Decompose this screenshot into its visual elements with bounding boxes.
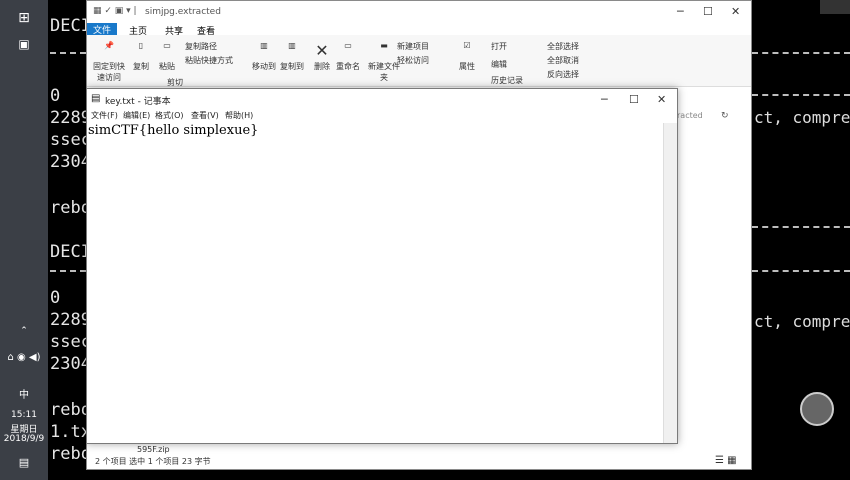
folder-icon: ▬ [380, 41, 388, 50]
cut-button[interactable]: 剪切 [167, 77, 183, 88]
term-divider [752, 94, 850, 96]
term-line: 2289 [50, 310, 91, 330]
copy-path-button[interactable]: 复制路径 [185, 41, 217, 52]
explorer-path: simjpg.extracted [145, 7, 221, 17]
rename-icon: ▭ [344, 41, 352, 50]
maximize-icon[interactable]: ☐ [629, 93, 639, 106]
notification-icon[interactable]: ▤ [12, 450, 36, 474]
select-none-button[interactable]: 全部取消 [547, 55, 579, 66]
clock-date: 2018/9/9 [3, 434, 45, 444]
history-button[interactable]: 历史记录 [491, 75, 523, 86]
minimize-icon[interactable]: ─ [677, 5, 684, 18]
pin-button[interactable]: 📌 固定到快速访问 [91, 41, 127, 83]
move-icon: ▥ [260, 41, 268, 50]
term-line: 1.tx [50, 422, 91, 442]
notepad-window: ▤ key.txt - 记事本 ─ ☐ ✕ 文件(F) 编辑(E) 格式(O) … [86, 88, 678, 444]
menu-format[interactable]: 格式(O) [155, 110, 184, 121]
properties-button[interactable]: ☑ 属性 [455, 41, 479, 72]
delete-button[interactable]: ✕ 删除 [311, 41, 333, 72]
explorer-titlebar[interactable]: ▦ ✓ ▣ ▾ | simjpg.extracted ─ ☐ ✕ [87, 1, 751, 23]
delete-icon: ✕ [315, 41, 329, 60]
address-fragment: racted [677, 111, 703, 120]
taskbar: ⊞ ▣ ⌃ ⌂ ◉ ◀) 中 15:11 星期日 2018/9/9 ▤ [0, 0, 48, 480]
maximize-icon[interactable]: ☐ [703, 5, 713, 18]
tray-up-icon[interactable]: ⌃ [0, 326, 48, 336]
term-line: rebo [50, 400, 91, 420]
close-icon[interactable]: ✕ [731, 5, 740, 18]
check-icon: ☑ [463, 41, 471, 50]
notepad-menubar: 文件(F) 编辑(E) 格式(O) 查看(V) 帮助(H) [87, 109, 677, 123]
invert-selection-button[interactable]: 反向选择 [547, 69, 579, 80]
status-bar: 2 个项目 选中 1 个项目 23 字节 ☰ ▦ [87, 453, 751, 469]
term-line-right: ct, compre [754, 312, 850, 331]
network-icon[interactable]: ⌂ ◉ ◀) [0, 352, 48, 363]
term-line: ssec [50, 130, 91, 150]
term-divider [752, 52, 850, 54]
term-divider [752, 270, 850, 272]
menu-view[interactable]: 查看(V) [191, 110, 219, 121]
menu-help[interactable]: 帮助(H) [225, 110, 253, 121]
menu-file[interactable]: 文件(F) [91, 110, 118, 121]
term-line: DECI [50, 16, 91, 36]
term-divider [752, 226, 850, 228]
edit-button[interactable]: 编辑 [491, 59, 507, 70]
details-view-icon[interactable]: ☰ ▦ [715, 455, 737, 466]
paste-icon: ▭ [163, 41, 171, 50]
notepad-title: key.txt - 记事本 [105, 97, 171, 107]
notepad-titlebar[interactable]: ▤ key.txt - 记事本 ─ ☐ ✕ [87, 89, 677, 109]
term-line: 0 [50, 288, 61, 308]
minimize-icon[interactable]: ─ [601, 93, 608, 106]
refresh-icon[interactable]: ↻ [721, 111, 729, 121]
term-line: rebo [50, 444, 91, 464]
notepad-text-area[interactable]: simCTF{hello simplexue} [87, 123, 677, 443]
rename-button[interactable]: ▭ 重命名 [335, 41, 361, 72]
copy-to-button[interactable]: ▥ 复制到 [279, 41, 305, 72]
term-line: rebo [50, 198, 91, 218]
copy-to-icon: ▥ [288, 41, 296, 50]
paste-button[interactable]: ▭ 粘贴 [155, 41, 179, 72]
move-to-button[interactable]: ▥ 移动到 [251, 41, 277, 72]
app-icon[interactable]: ▣ [12, 32, 36, 56]
term-line: ssec [50, 332, 91, 352]
term-line: 2304 [50, 152, 91, 172]
close-icon[interactable]: ✕ [657, 93, 666, 106]
term-divider [50, 52, 86, 54]
new-folder-button[interactable]: ▬ 新建文件夹 [367, 41, 401, 83]
status-text: 2 个项目 选中 1 个项目 23 字节 [95, 457, 211, 466]
quick-access-icons[interactable]: ▦ ✓ ▣ ▾ | [93, 6, 137, 16]
easy-access-button[interactable]: 轻松访问 [397, 55, 429, 66]
paste-shortcut-button[interactable]: 粘贴快捷方式 [185, 55, 233, 66]
pin-icon: 📌 [104, 41, 114, 50]
term-line: 2304 [50, 354, 91, 374]
open-button[interactable]: 打开 [491, 41, 507, 52]
copy-icon: ▯ [138, 41, 144, 50]
menu-edit[interactable]: 编辑(E) [123, 110, 150, 121]
term-line-right: ct, compre [754, 108, 850, 127]
term-line: 0 [50, 86, 61, 106]
term-line: 2289 [50, 108, 91, 128]
term-window-corner [820, 0, 850, 14]
new-item-button[interactable]: 新建项目 [397, 41, 429, 52]
copy-button[interactable]: ▯ 复制 [129, 41, 153, 72]
vertical-scrollbar[interactable] [663, 123, 677, 443]
ime-indicator[interactable]: 中 [0, 386, 48, 401]
ribbon: 📌 固定到快速访问 ▯ 复制 ▭ 粘贴 复制路径 粘贴快捷方式 剪切 ▥ 移动到 ▥ 复制… [87, 35, 751, 87]
select-all-button[interactable]: 全部选择 [547, 41, 579, 52]
windows-start-icon[interactable]: ⊞ [12, 6, 36, 30]
term-divider [50, 270, 86, 272]
notepad-icon: ▤ [91, 93, 101, 104]
term-line: DECI [50, 242, 91, 262]
avatar [800, 392, 834, 426]
clock-time[interactable]: 15:11 [0, 410, 48, 420]
